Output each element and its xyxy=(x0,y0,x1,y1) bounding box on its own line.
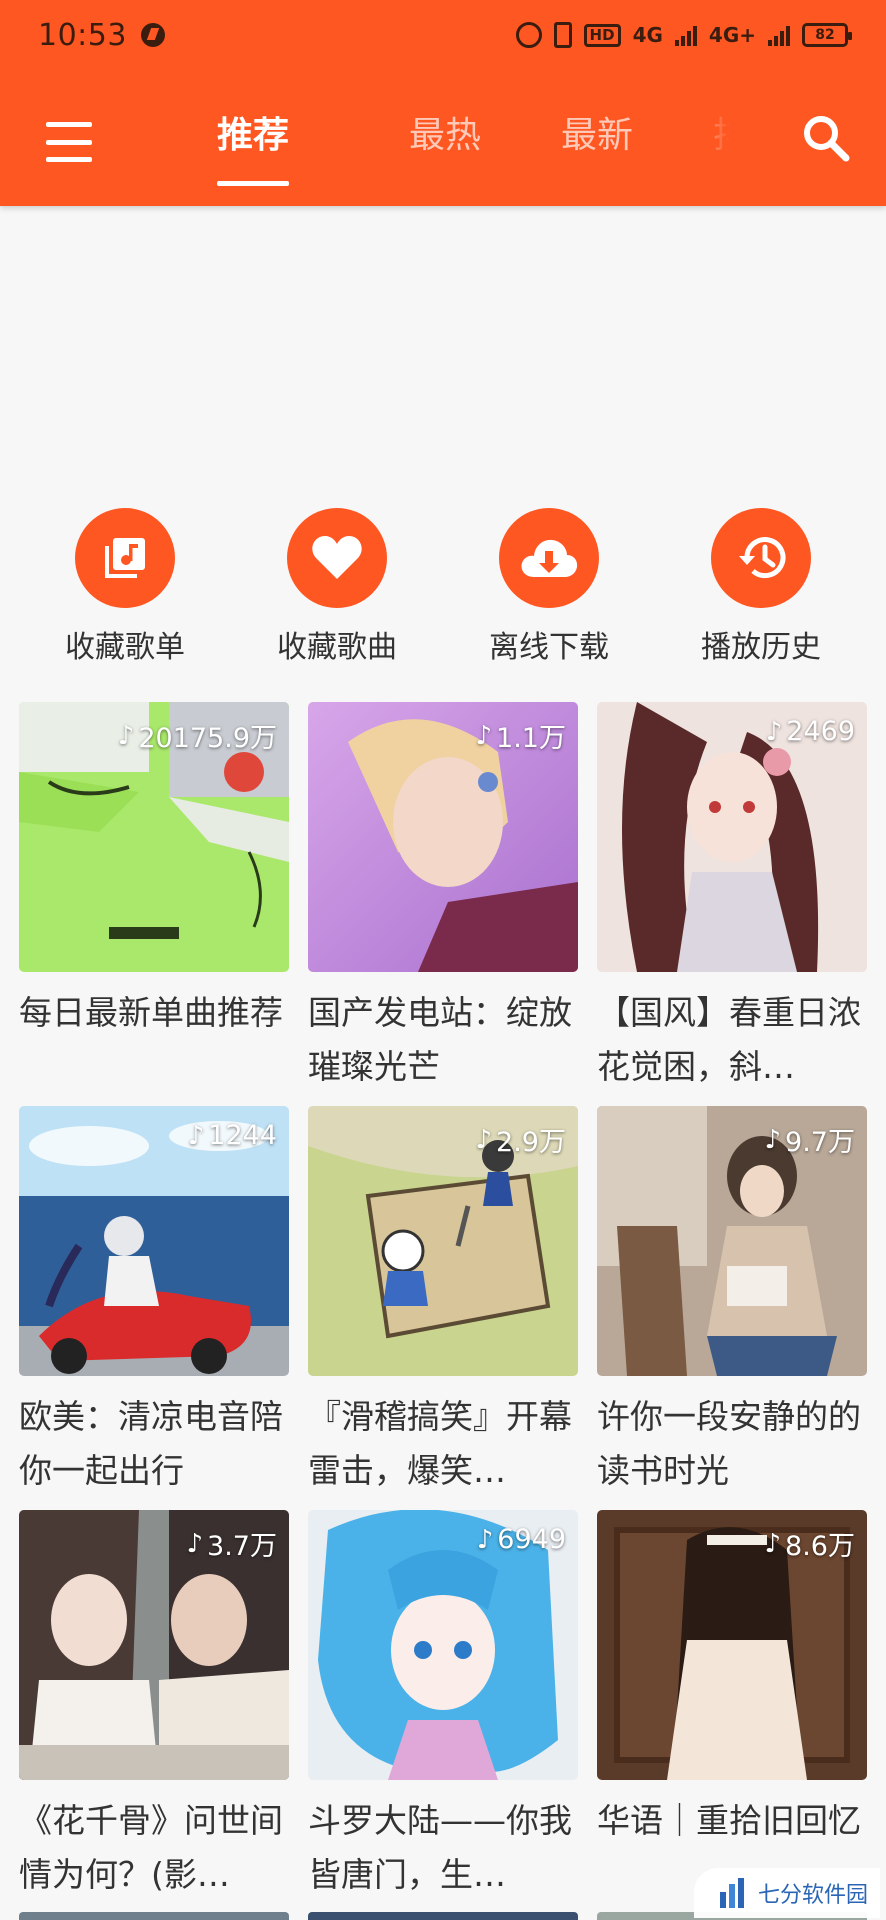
music-note-icon: ♪ xyxy=(117,720,135,751)
playlist-title: 『滑稽搞笑』开幕雷击，爆笑… xyxy=(308,1397,572,1490)
status-icons: HD 4G 4G+ 82 xyxy=(515,22,852,48)
network-type-2: 4G+ xyxy=(708,23,756,47)
music-note-icon: ♪ xyxy=(764,1124,782,1155)
battery-icon: 82 xyxy=(802,23,852,47)
play-count: ♪ 20175.9万 xyxy=(118,716,277,755)
play-count: ♪ 6949 xyxy=(477,1524,566,1555)
search-icon[interactable] xyxy=(798,110,854,166)
tab-label: 最新 xyxy=(560,115,633,156)
playlist-card[interactable]: ♪ 9.7万 许你一段安静的的读书时光 xyxy=(597,1106,867,1498)
music-note-icon: ♪ xyxy=(186,1528,204,1559)
music-note-icon: ♪ xyxy=(187,1120,205,1151)
category-tabs: 推荐 最热 最新 排行 xyxy=(190,96,730,196)
play-count: ♪ 8.6万 xyxy=(764,1524,855,1563)
play-history-button[interactable]: 播放历史 xyxy=(661,508,861,666)
quick-label: 收藏歌单 xyxy=(65,630,185,665)
play-count-value: 1244 xyxy=(208,1120,277,1151)
play-count-value: 2469 xyxy=(786,716,855,747)
play-count: ♪ 9.7万 xyxy=(764,1120,855,1159)
playlist-title: 每日最新单曲推荐 xyxy=(19,993,283,1032)
play-count-value: 2.9万 xyxy=(496,1127,566,1158)
network-type-1: 4G xyxy=(632,23,663,47)
play-count-value: 8.6万 xyxy=(785,1531,855,1562)
playlist-cover: ♪ 8.6万 xyxy=(597,1510,867,1780)
quick-label: 离线下载 xyxy=(489,630,609,665)
quick-actions: 收藏歌单 收藏歌曲 离线下载 播放历史 xyxy=(0,508,886,668)
heart-icon xyxy=(287,508,387,608)
play-count: ♪ 2469 xyxy=(766,716,855,747)
music-note-icon: ♪ xyxy=(765,716,783,747)
status-time: 10:53 xyxy=(38,17,127,53)
playlist-cover: ♪ 1244 xyxy=(19,1106,289,1376)
play-count-value: 1.1万 xyxy=(496,723,566,754)
playlist-title: 《花千骨》问世间情为何？(影… xyxy=(19,1801,283,1894)
playlist-card[interactable]: ♪ 6949 斗罗大陆——你我皆唐门，生… xyxy=(308,1510,578,1902)
tab-label: 推荐 xyxy=(217,115,290,156)
tab-label: 最热 xyxy=(408,115,481,156)
signal-icon-2 xyxy=(768,24,790,46)
cloud-download-icon xyxy=(499,508,599,608)
playlist-title: 国产发电站：绽放璀璨光芒 xyxy=(308,993,572,1086)
play-count-value: 9.7万 xyxy=(785,1127,855,1158)
next-row-peek xyxy=(308,1912,578,1920)
play-count-value: 6949 xyxy=(497,1524,566,1555)
playlist-cover: ♪ 20175.9万 xyxy=(19,702,289,972)
toolbar: 推荐 最热 最新 排行 xyxy=(0,96,886,196)
app-root: 10:53 HD 4G 4G+ 82 推荐 最热 最新 收藏歌单 收藏歌曲 离线… xyxy=(0,0,886,1920)
tab-indicator xyxy=(217,181,289,186)
play-count: ♪ 2.9万 xyxy=(475,1120,566,1159)
playlist-card[interactable]: ♪ 8.6万 华语｜重拾旧回忆 xyxy=(597,1510,867,1902)
play-count: ♪ 1244 xyxy=(188,1120,277,1151)
status-bar: 10:53 HD 4G 4G+ 82 xyxy=(0,0,886,70)
playlist-cover: ♪ 1.1万 xyxy=(308,702,578,972)
quick-label: 收藏歌曲 xyxy=(277,630,397,665)
playlist-title: 斗罗大陆——你我皆唐门，生… xyxy=(308,1801,572,1894)
playlist-cover: ♪ 2469 xyxy=(597,702,867,972)
vibrate-icon xyxy=(553,22,572,48)
tab-label: 排行 xyxy=(713,115,730,156)
playlist-card[interactable]: ♪ 2.9万 『滑稽搞笑』开幕雷击，爆笑… xyxy=(308,1106,578,1498)
music-note-icon: ♪ xyxy=(475,720,493,751)
favorite-playlists-button[interactable]: 收藏歌单 xyxy=(25,508,225,666)
history-icon xyxy=(711,508,811,608)
signal-icon xyxy=(674,24,697,46)
play-count: ♪ 1.1万 xyxy=(475,716,566,755)
tab-recommended[interactable]: 推荐 xyxy=(217,96,289,196)
playlist-cover: ♪ 6949 xyxy=(308,1510,578,1780)
watermark-logo-icon xyxy=(720,1878,744,1908)
music-note-icon: ♪ xyxy=(476,1524,494,1555)
playlist-card[interactable]: ♪ 20175.9万 每日最新单曲推荐 xyxy=(19,702,289,1094)
watermark: 七分软件园 xyxy=(694,1868,880,1918)
playlist-title: 【国风】春重日浓花觉困，斜… xyxy=(597,993,861,1086)
playlist-title: 欧美：清凉电音陪你一起出行 xyxy=(19,1397,283,1490)
playlist-card[interactable]: ♪ 1.1万 国产发电站：绽放璀璨光芒 xyxy=(308,702,578,1094)
watermark-text: 七分软件园 xyxy=(758,1883,869,1908)
play-count-value: 3.7万 xyxy=(207,1531,277,1562)
hd-badge: HD xyxy=(583,23,621,47)
menu-icon[interactable] xyxy=(46,122,92,162)
playlist-title: 许你一段安静的的读书时光 xyxy=(597,1397,861,1490)
next-row-peek xyxy=(19,1912,289,1920)
music-note-icon: ♪ xyxy=(764,1528,782,1559)
tab-newest[interactable]: 最新 xyxy=(521,96,673,196)
alarm-icon xyxy=(515,22,542,48)
play-count: ♪ 3.7万 xyxy=(186,1524,277,1563)
playlist-icon xyxy=(75,508,175,608)
playlist-cover: ♪ 2.9万 xyxy=(308,1106,578,1376)
playlist-cover: ♪ 3.7万 xyxy=(19,1510,289,1780)
playlist-cover: ♪ 9.7万 xyxy=(597,1106,867,1376)
favorite-songs-button[interactable]: 收藏歌曲 xyxy=(237,508,437,666)
play-count-value: 20175.9万 xyxy=(138,723,277,754)
tab-hottest[interactable]: 最热 xyxy=(369,96,521,196)
playlist-card[interactable]: ♪ 1244 欧美：清凉电音陪你一起出行 xyxy=(19,1106,289,1498)
quick-label: 播放历史 xyxy=(701,630,821,665)
navigation-status-icon xyxy=(140,23,165,47)
music-note-icon: ♪ xyxy=(475,1124,493,1155)
tab-ranking[interactable]: 排行 xyxy=(673,96,730,196)
offline-download-button[interactable]: 离线下载 xyxy=(449,508,649,666)
playlist-card[interactable]: ♪ 2469 【国风】春重日浓花觉困，斜… xyxy=(597,702,867,1094)
playlist-card[interactable]: ♪ 3.7万 《花千骨》问世间情为何？(影… xyxy=(19,1510,289,1902)
app-header: 10:53 HD 4G 4G+ 82 推荐 最热 最新 xyxy=(0,0,886,206)
